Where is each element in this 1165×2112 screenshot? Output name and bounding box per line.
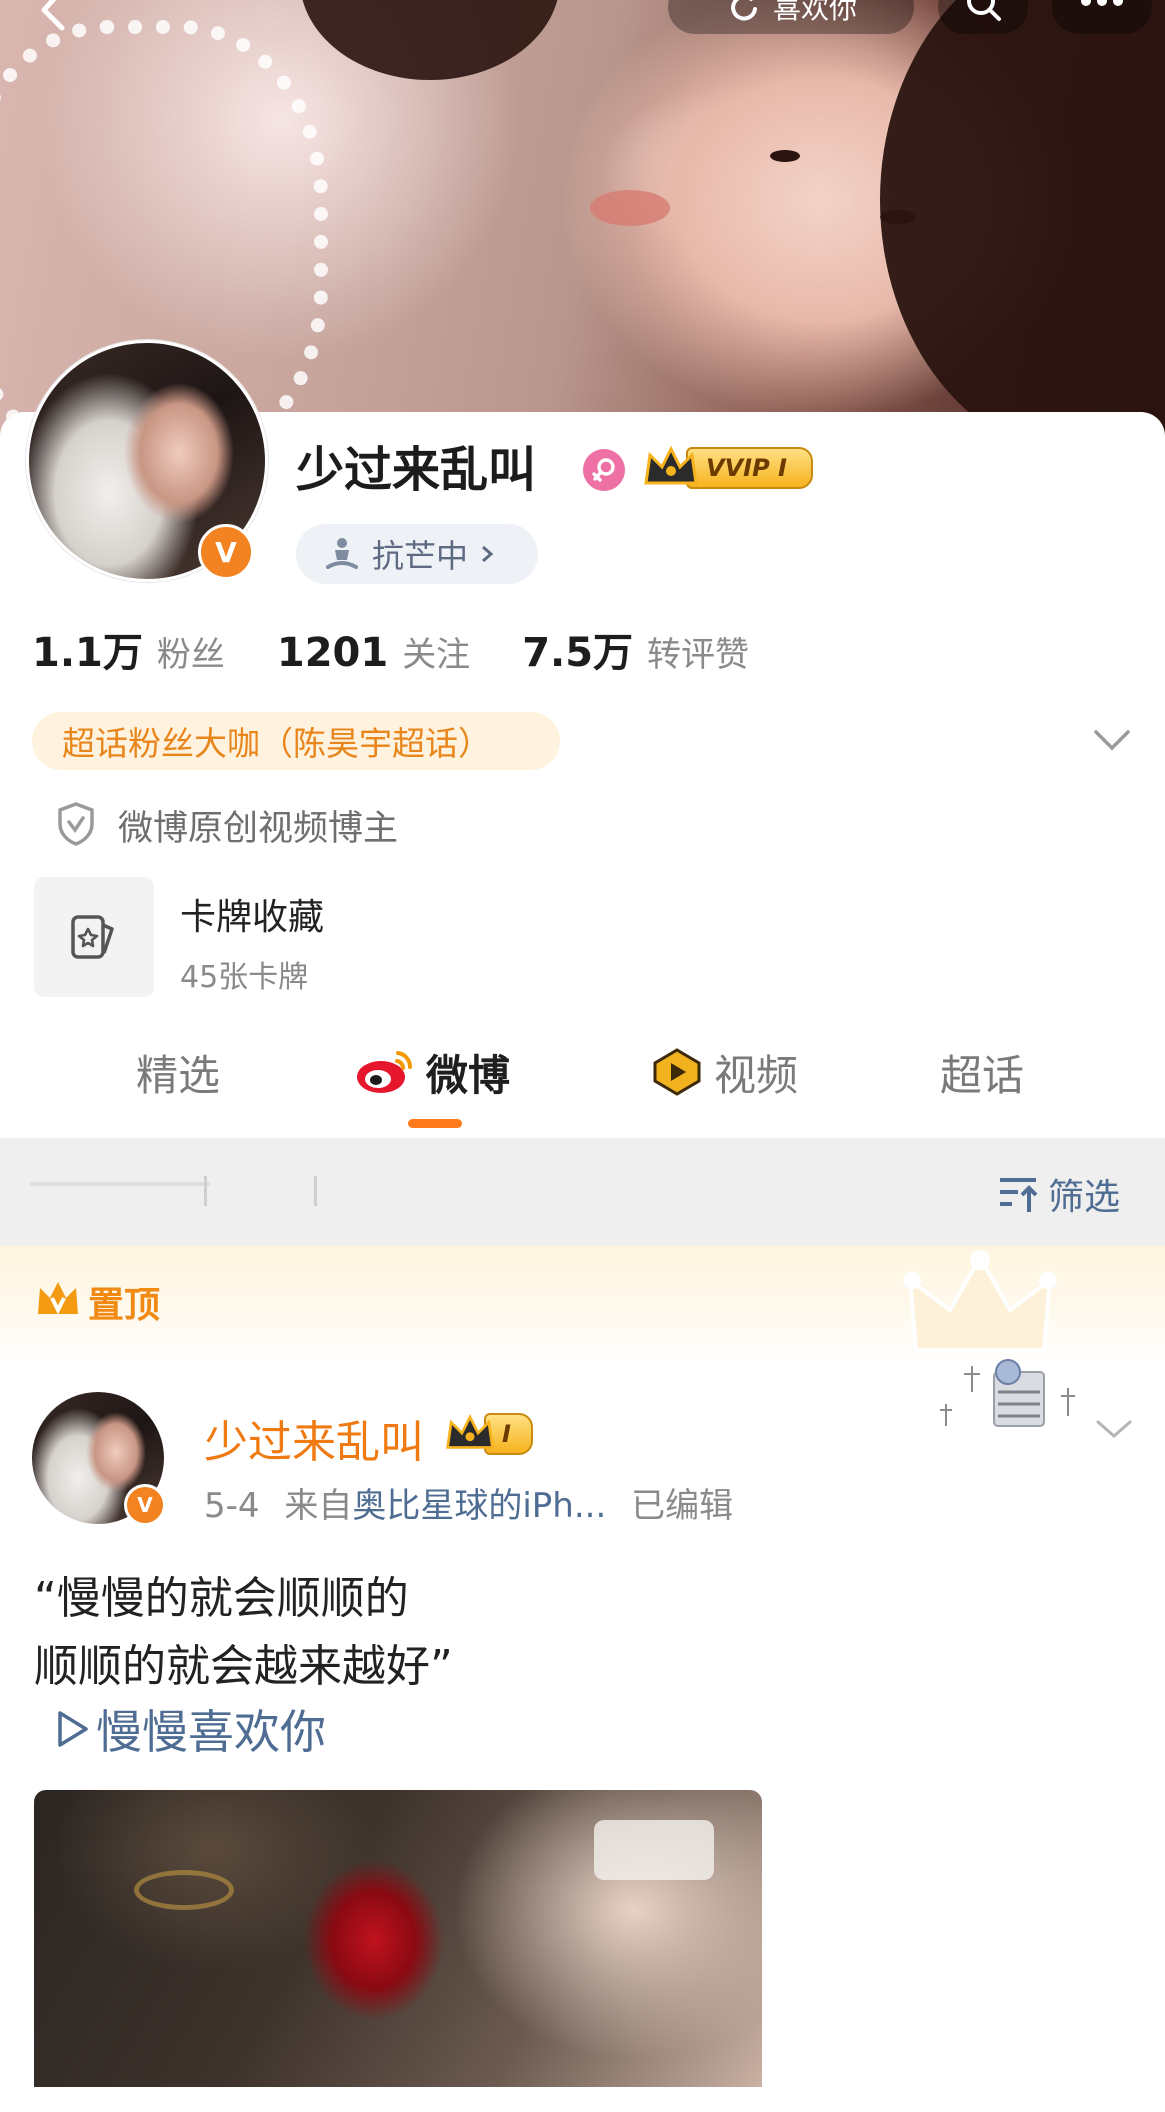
- pinned-watermark-crown-icon: [900, 1250, 1060, 1360]
- tab-videos-label: 视频: [714, 1050, 799, 1100]
- post-meta: 5-4 来自奥比星球的iPh... 已编辑: [204, 1478, 733, 1527]
- post-edited-label[interactable]: 已编辑: [631, 1486, 733, 1526]
- card-decoration-icon: [936, 1352, 1086, 1442]
- filter-bar: [0, 1138, 1165, 1246]
- tab-featured[interactable]: 精选: [136, 1042, 220, 1102]
- followers-count[interactable]: 1.1万: [32, 620, 143, 678]
- post-author-name[interactable]: 少过来乱叫: [204, 1406, 424, 1470]
- female-gender-icon: [583, 449, 625, 491]
- pinned-label: 置顶: [88, 1285, 161, 1326]
- vip-crown-icon: [644, 445, 698, 485]
- like-you-label: 喜欢你: [772, 0, 857, 25]
- play-outline-icon: [58, 1711, 88, 1747]
- meditation-person-icon: [326, 538, 358, 569]
- post-video-link[interactable]: 慢慢喜欢你: [52, 1696, 326, 1762]
- status-chip-label: 抗芒中: [372, 537, 469, 575]
- more-dots-icon: [1081, 0, 1123, 6]
- post-vip-badge: I: [444, 1412, 533, 1456]
- post-menu-button[interactable]: [1094, 1414, 1134, 1444]
- following-label[interactable]: 关注: [402, 627, 470, 676]
- post-text-line: “慢慢的就会顺顺的: [34, 1573, 409, 1624]
- cover-hair-shape: [300, 0, 560, 80]
- verification-text: 微博原创视频博主: [118, 809, 399, 849]
- chevron-down-icon: [1096, 1420, 1132, 1438]
- post-text-line: 顺顺的就会越来越好”: [34, 1641, 453, 1692]
- super-topic-fan-badge[interactable]: 超话粉丝大咖（陈昊宇超话）: [32, 712, 560, 770]
- filter-divider: [314, 1176, 317, 1206]
- tab-videos[interactable]: 视频: [650, 1042, 798, 1102]
- status-chip[interactable]: 抗芒中: [296, 524, 538, 584]
- card-star-icon: [71, 915, 114, 959]
- pinned-crown-icon: [34, 1278, 82, 1322]
- engagement-label[interactable]: 转评赞: [647, 627, 749, 676]
- post-source-prefix: 来自: [284, 1486, 353, 1526]
- following-count[interactable]: 1201: [277, 630, 388, 676]
- weibo-logo-icon: [357, 1051, 413, 1093]
- followers-label[interactable]: 粉丝: [157, 627, 225, 676]
- card-collection-count: 45张卡牌: [180, 960, 309, 995]
- cover-eye-left: [770, 150, 800, 162]
- card-collection-tile[interactable]: [34, 877, 154, 997]
- verified-v-badge-icon: V: [124, 1484, 166, 1526]
- verification-row[interactable]: [54, 800, 104, 850]
- active-tab-indicator: [408, 1119, 462, 1128]
- cover-hair-shape-right: [880, 0, 1165, 440]
- card-collection-title[interactable]: 卡牌收藏: [180, 888, 324, 940]
- vvip-label: VVIP I: [686, 447, 813, 489]
- like-you-button[interactable]: 喜欢你: [668, 0, 914, 34]
- back-arrow-icon: [41, 0, 65, 31]
- tab-super-topic[interactable]: 超话: [940, 1042, 1024, 1102]
- tab-weibo[interactable]: 微博: [354, 1042, 510, 1102]
- chevron-down-icon: [1094, 730, 1130, 751]
- thumbnail-bag-clasp-shape: [134, 1870, 234, 1910]
- verified-v-badge-icon: V: [198, 524, 254, 580]
- back-button[interactable]: [18, 0, 78, 34]
- post-source-link[interactable]: 奥比星球的iPh...: [352, 1486, 606, 1526]
- filter-sort-icon: [1000, 1178, 1038, 1212]
- filter-placeholder-line: [30, 1182, 210, 1186]
- vip-crown-icon: [446, 1413, 494, 1449]
- engagement-count[interactable]: 7.5万: [522, 620, 633, 678]
- search-button[interactable]: [938, 0, 1028, 34]
- tab-super-topic-label: 超话: [940, 1050, 1025, 1100]
- filter-divider: [204, 1176, 207, 1206]
- search-icon: [967, 0, 1001, 21]
- cover-eye-right: [880, 210, 916, 224]
- thumbnail-shirt-shape: [594, 1820, 714, 1880]
- tab-featured-label: 精选: [136, 1050, 221, 1100]
- shield-check-icon: [58, 802, 94, 846]
- tab-weibo-label: 微博: [426, 1050, 511, 1100]
- chevron-right-icon: [482, 545, 494, 563]
- like-refresh-icon: [731, 0, 757, 21]
- post-video-link-label: 慢慢喜欢你: [96, 1705, 326, 1759]
- filter-label: 筛选: [1048, 1177, 1121, 1218]
- cover-lips: [590, 190, 670, 226]
- post-video-thumbnail[interactable]: [34, 1790, 762, 2087]
- post-date: 5-4: [204, 1486, 260, 1526]
- profile-stats: 1.1万 粉丝 1201 关注 7.5万 转评赞: [32, 620, 749, 678]
- expand-profile-button[interactable]: [1090, 724, 1134, 758]
- profile-nickname: 少过来乱叫: [296, 442, 537, 498]
- vvip-badge[interactable]: VVIP I: [642, 445, 813, 490]
- video-play-icon: [653, 1048, 701, 1096]
- more-button[interactable]: [1052, 0, 1152, 34]
- filter-button[interactable]: 筛选: [996, 1168, 1120, 1220]
